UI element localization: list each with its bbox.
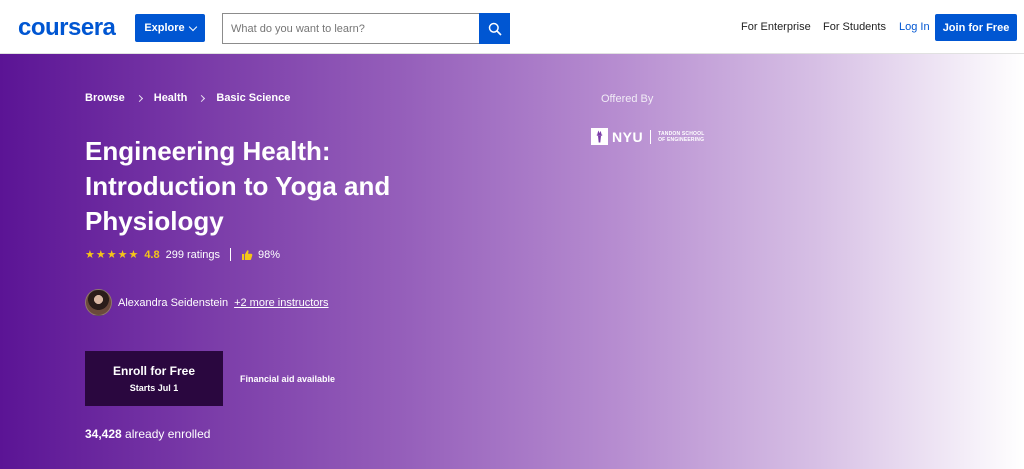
star-rating-icon: ★★★★★ [85,249,140,261]
explore-button[interactable]: Explore [135,14,205,42]
enrolled-text: already enrolled [125,427,211,441]
search-input[interactable] [223,14,479,43]
course-title: Engineering Health: Introduction to Yoga… [85,136,391,236]
login-link[interactable]: Log In [899,21,930,33]
course-hero-banner: Browse Health Basic Science Engineering … [0,54,1024,469]
enroll-label: Enroll for Free [112,364,195,378]
instructors: Alexandra Seidenstein +2 more instructor… [85,289,329,316]
search-icon [488,22,502,36]
instructor-name[interactable]: Alexandra Seidenstein [118,297,228,309]
ratings-count[interactable]: 299 ratings [166,249,220,261]
coursera-logo[interactable]: coursera [18,14,116,42]
instructor-avatar[interactable] [85,289,112,316]
offered-by-label: Offered By [601,93,654,105]
more-instructors-link[interactable]: +2 more instructors [234,297,328,309]
financial-aid-link[interactable]: Financial aid available [240,374,335,384]
enrollment-count: 34,428 already enrolled [85,427,210,441]
join-for-free-button[interactable]: Join for Free [935,14,1017,41]
breadcrumb-health[interactable]: Health [154,92,188,104]
search-bar [222,13,510,44]
approval-rate: 98% [258,248,281,261]
nyu-wordmark: NYU [612,128,644,145]
course-ratings: ★★★★★ 4.8 299 ratings 98% [85,248,280,261]
search-button[interactable] [479,13,510,44]
top-navigation: coursera Explore For Enterprise For Stud… [0,0,1024,54]
explore-label: Explore [144,22,185,34]
chevron-right-icon [198,94,206,102]
enrolled-number: 34,428 [85,427,122,441]
ratings-divider [230,248,232,261]
tandon-line-2: OF ENGINEERING [658,136,705,143]
chevron-down-icon [188,22,197,31]
chevron-right-icon [135,94,143,102]
start-date: Starts Jul 1 [129,383,179,393]
tandon-school-text: TANDON SCHOOL OF ENGINEERING [658,131,704,143]
logo-divider [650,129,652,144]
enroll-button[interactable]: Enroll for Free Starts Jul 1 [85,351,223,406]
rating-score: 4.8 [144,248,160,261]
breadcrumb-browse[interactable]: Browse [85,92,125,104]
breadcrumb-basic-science[interactable]: Basic Science [216,92,290,104]
nyu-tandon-logo[interactable]: NYU TANDON SCHOOL OF ENGINEERING [591,128,704,145]
thumbs-up-icon [242,249,253,260]
torch-icon [591,128,608,145]
breadcrumb: Browse Health Basic Science [85,92,290,104]
for-students-link[interactable]: For Students [823,21,886,33]
for-enterprise-link[interactable]: For Enterprise [741,21,811,33]
tandon-line-1: TANDON SCHOOL [658,130,705,137]
